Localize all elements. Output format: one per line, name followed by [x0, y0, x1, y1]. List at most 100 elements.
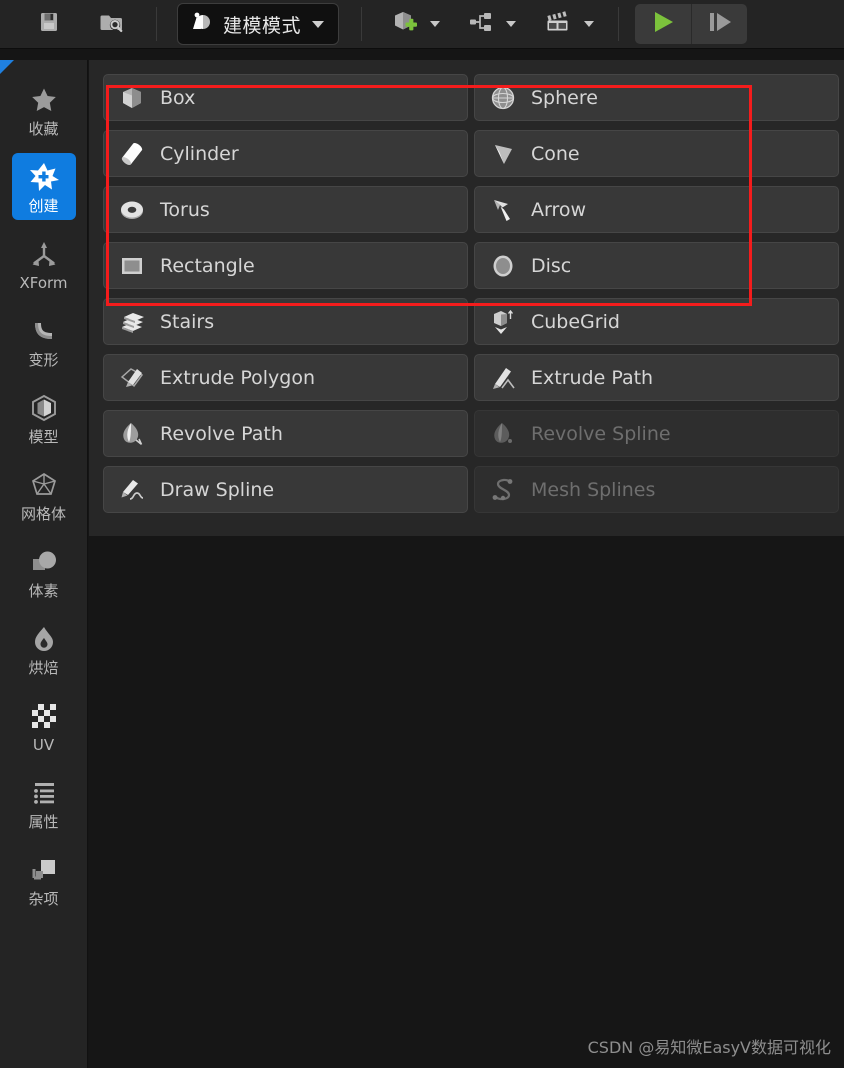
draw-spline-icon	[117, 475, 147, 505]
play-button[interactable]	[635, 4, 691, 44]
tool-label: Extrude Polygon	[160, 366, 315, 389]
revolve-path-icon	[117, 419, 147, 449]
tool-label: Draw Spline	[160, 478, 275, 501]
modeling-mode-icon	[189, 9, 215, 40]
sphere-icon	[488, 83, 518, 113]
play-triangle-icon	[648, 8, 678, 41]
cone-icon	[488, 139, 518, 169]
torus-icon	[117, 195, 147, 225]
tool-button-extrude-path[interactable]: Extrude Path	[474, 354, 839, 401]
axis-gizmo-icon	[27, 237, 61, 271]
star-icon	[27, 83, 61, 117]
tool-button-sphere[interactable]: Sphere	[474, 74, 839, 121]
tool-button-stairs[interactable]: Stairs	[103, 298, 468, 345]
sidebar-item-label: 杂项	[28, 890, 59, 908]
tool-label: CubeGrid	[531, 310, 620, 333]
bake-flame-icon	[27, 622, 61, 656]
sidebar-item-mesh[interactable]: 网格体	[12, 461, 76, 528]
tool-button-disc[interactable]: Disc	[474, 242, 839, 289]
tool-button-rectangle[interactable]: Rectangle	[103, 242, 468, 289]
blueprint-node-icon	[468, 9, 496, 40]
play-controls-group	[635, 4, 748, 44]
cylinder-icon	[117, 139, 147, 169]
sidebar-item-create[interactable]: 创建	[11, 153, 76, 220]
extrude-path-icon	[488, 363, 518, 393]
sidebar-item-voxel[interactable]: 体素	[12, 538, 76, 605]
viewport-area[interactable]: CSDN @易知微EasyV数据可视化	[89, 536, 844, 1068]
rectangle-icon	[117, 251, 147, 281]
tool-label: Torus	[160, 198, 210, 221]
sidebar-item-label: 收藏	[28, 120, 59, 138]
tool-label: Revolve Spline	[531, 422, 671, 445]
tool-label: Box	[160, 86, 196, 109]
tool-label: Extrude Path	[531, 366, 654, 389]
toolbar-divider-3	[618, 7, 620, 41]
chevron-down-icon	[584, 21, 595, 27]
extrude-polygon-icon	[117, 363, 147, 393]
tool-button-arrow[interactable]: Arrow	[474, 186, 839, 233]
skip-step-icon	[705, 8, 735, 41]
tool-label: Stairs	[160, 310, 215, 333]
blueprints-dropdown[interactable]	[460, 5, 524, 43]
create-tools-panel: Box Sphere Cylinder Cone Torus Arrow Rec…	[89, 60, 844, 536]
disc-icon	[488, 251, 518, 281]
sidebar-item-label: UV	[32, 736, 55, 754]
deform-bend-icon	[27, 314, 61, 348]
create-star-icon	[27, 160, 61, 194]
stairs-icon	[117, 307, 147, 337]
sidebar-item-label: 模型	[28, 428, 59, 446]
tool-grid: Box Sphere Cylinder Cone Torus Arrow Rec…	[103, 74, 844, 513]
watermark-text: CSDN @易知微EasyV数据可视化	[587, 1038, 831, 1057]
sidebar-item-uv[interactable]: UV	[12, 692, 76, 759]
sidebar-item-label: 网格体	[20, 505, 66, 523]
sidebar-item-favorites[interactable]: 收藏	[12, 76, 76, 143]
tool-button-box[interactable]: Box	[103, 74, 468, 121]
clapperboard-icon	[544, 9, 574, 40]
model-hex-icon	[27, 391, 61, 425]
tool-label: Arrow	[531, 198, 587, 221]
sidebar-item-model[interactable]: 模型	[12, 384, 76, 451]
browse-content-button[interactable]	[93, 5, 131, 43]
chevron-down-icon	[506, 21, 517, 27]
skip-button[interactable]	[691, 4, 747, 44]
sidebar-item-label: XForm	[19, 274, 68, 292]
save-button[interactable]	[30, 5, 68, 43]
sidebar-item-bake[interactable]: 烘焙	[12, 615, 76, 682]
voxel-blob-icon	[27, 545, 61, 579]
attributes-list-icon	[27, 776, 61, 810]
tool-button-cone[interactable]: Cone	[474, 130, 839, 177]
cubegrid-icon	[488, 307, 518, 337]
sidebar-item-deform[interactable]: 变形	[12, 307, 76, 374]
top-toolbar: 建模模式	[0, 0, 844, 49]
sidebar-item-misc[interactable]: 杂项	[12, 846, 76, 913]
arrow-icon	[488, 195, 518, 225]
file-actions-group	[0, 0, 134, 48]
misc-squares-icon	[27, 853, 61, 887]
mode-selector-label: 建模模式	[223, 14, 302, 37]
sidebar-item-label: 属性	[28, 813, 59, 831]
sidebar-item-label: 烘焙	[28, 659, 59, 677]
tool-label: Mesh Splines	[531, 478, 656, 501]
sidebar-item-label: 变形	[28, 351, 59, 369]
tool-label: Cylinder	[160, 142, 239, 165]
tool-button-torus[interactable]: Torus	[103, 186, 468, 233]
tool-button-revolve-spline: Revolve Spline	[474, 410, 839, 457]
tool-button-draw-spline[interactable]: Draw Spline	[103, 466, 468, 513]
cinematics-dropdown[interactable]	[536, 5, 602, 43]
mode-selector-button[interactable]: 建模模式	[177, 3, 340, 45]
tool-label: Revolve Path	[160, 422, 283, 445]
save-floppy-icon	[36, 9, 62, 40]
tool-label: Cone	[531, 142, 580, 165]
mesh-splines-icon	[488, 475, 518, 505]
mesh-polyhedron-icon	[27, 468, 61, 502]
add-content-dropdown[interactable]	[382, 5, 448, 43]
toolbar-divider-1	[156, 7, 157, 41]
sidebar-item-xform[interactable]: XForm	[12, 230, 76, 297]
tool-button-extrude-polygon[interactable]: Extrude Polygon	[103, 354, 468, 401]
tool-label: Disc	[531, 254, 572, 277]
tool-button-cylinder[interactable]: Cylinder	[103, 130, 468, 177]
sidebar-item-attributes[interactable]: 属性	[12, 769, 76, 836]
tool-label: Rectangle	[160, 254, 255, 277]
tool-button-cubegrid[interactable]: CubeGrid	[474, 298, 839, 345]
tool-button-revolve-path[interactable]: Revolve Path	[103, 410, 468, 457]
